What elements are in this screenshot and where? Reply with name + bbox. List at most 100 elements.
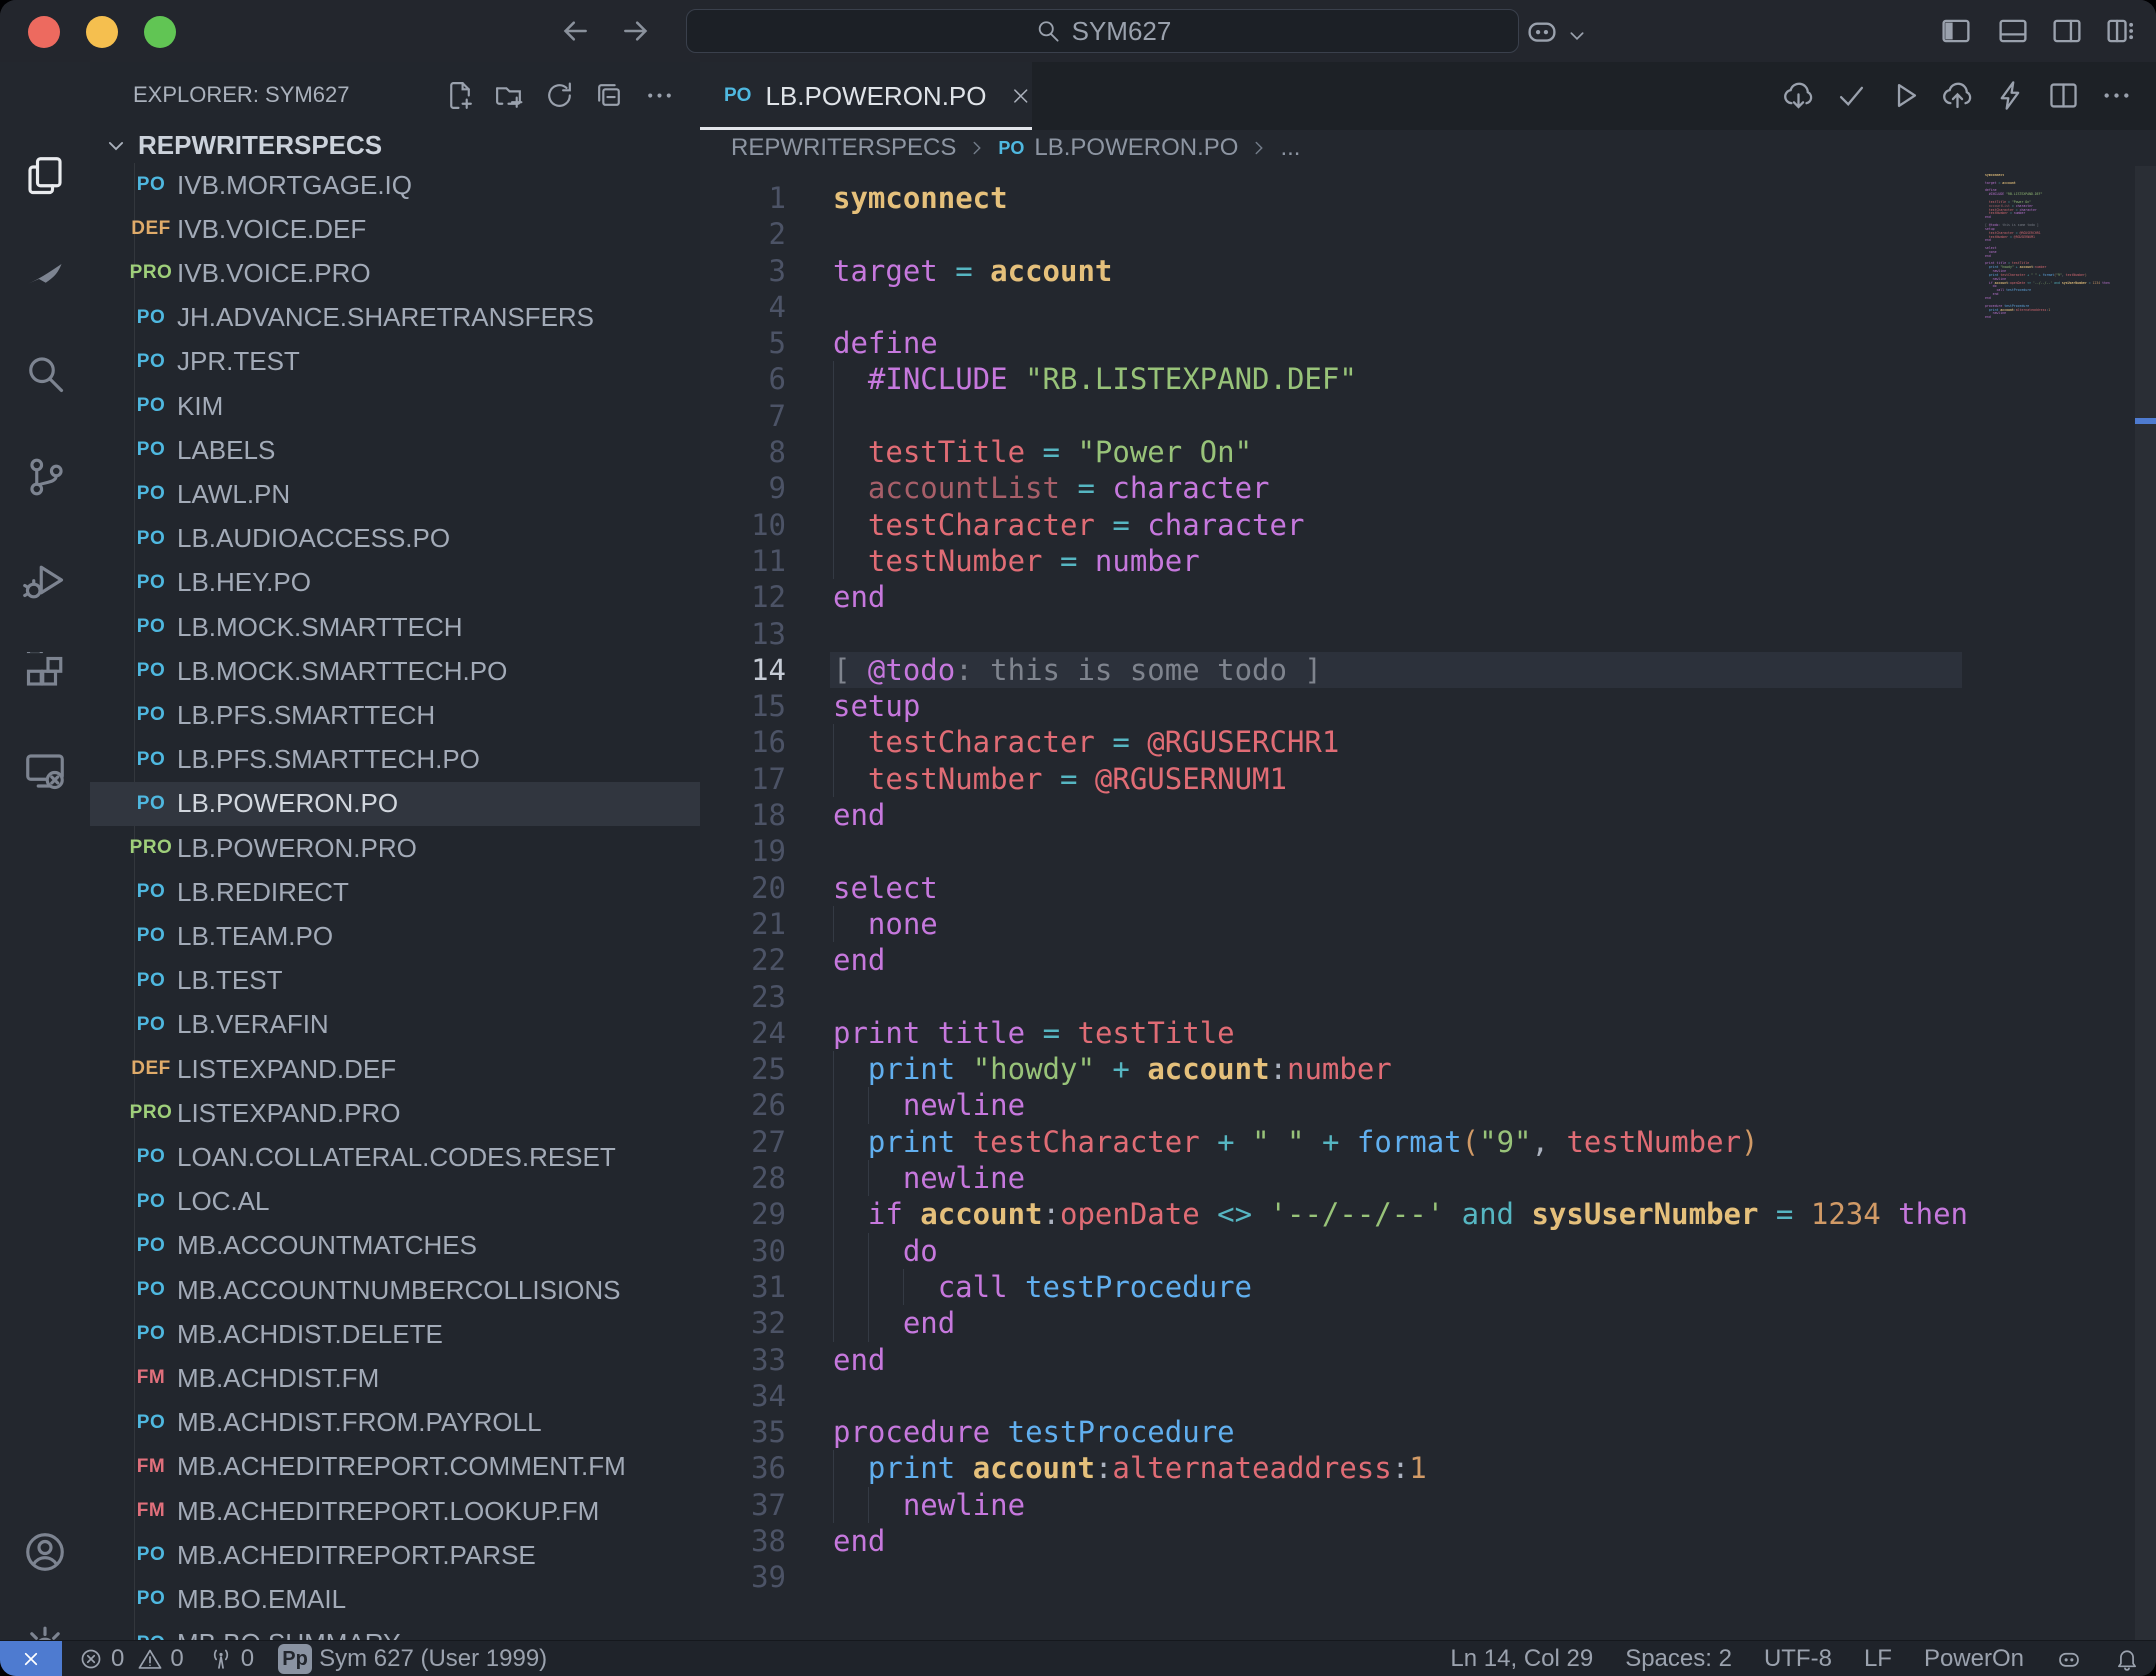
file-tree-item[interactable]: FMMB.ACHEDITREPORT.COMMENT.FM [90,1445,700,1489]
file-name: LOC.AL [177,1186,270,1217]
file-name: MB.BO.SUMMARY [177,1628,400,1640]
language-mode[interactable]: PowerOn [1924,1645,2024,1673]
file-tree-item[interactable]: PROIVB.VOICE.PRO [90,251,700,295]
indent-guide [833,361,868,397]
breadcrumb-symbol[interactable]: ... [1280,134,1300,162]
folder-section-header[interactable]: REPWRITERSPECS [90,128,700,163]
file-type-badge: PO [128,616,174,638]
line-number: 4 [700,289,786,325]
file-tree-item[interactable]: DEFLISTEXPAND.DEF [90,1047,700,1091]
refresh-icon[interactable] [543,79,576,112]
file-tree-item[interactable]: POMB.ACHEDITREPORT.PARSE [90,1533,700,1577]
file-tree-item[interactable]: POMB.ACCOUNTNUMBERCOLLISIONS [90,1268,700,1312]
symitar-extension-icon[interactable] [21,252,69,300]
editor-more-icon[interactable] [2099,78,2134,113]
tab-lb-poweron-po[interactable]: PO LB.POWERON.PO [700,62,1032,130]
more-actions-icon[interactable] [643,79,676,112]
file-tree-item[interactable]: POJPR.TEST [90,340,700,384]
file-tree-item[interactable]: POLB.TEST [90,959,700,1003]
file-tree-item[interactable]: POLAWL.PN [90,472,700,516]
extensions-icon[interactable] [21,651,69,699]
breadcrumb-file-badge: PO [998,138,1024,159]
remote-indicator[interactable] [0,1641,62,1676]
file-tree-item[interactable]: POLB.PFS.SMARTTECH.PO [90,738,700,782]
remote-explorer-icon[interactable] [21,747,69,795]
file-tree-item[interactable]: POMB.BO.SUMMARY [90,1622,700,1640]
file-tree-item[interactable]: POKIM [90,384,700,428]
file-tree-item[interactable]: POLB.PFS.SMARTTECH [90,693,700,737]
run-file-icon[interactable] [1887,78,1922,113]
file-tree-item[interactable]: POLB.TEAM.PO [90,914,700,958]
file-tree-item[interactable]: POLB.VERAFIN [90,1003,700,1047]
file-tree-item[interactable]: POLB.AUDIOACCESS.PO [90,517,700,561]
indentation-setting[interactable]: Spaces: 2 [1625,1645,1732,1673]
file-tree-item[interactable]: DEFIVB.VOICE.DEF [90,207,700,251]
file-tree-item[interactable]: POMB.ACHDIST.FROM.PAYROLL [90,1401,700,1445]
toggle-sidebar-icon[interactable] [1938,13,1974,49]
editor-scrollbar[interactable] [2135,166,2156,1640]
file-tree-item[interactable]: POLOC.AL [90,1180,700,1224]
encoding-setting[interactable]: UTF-8 [1764,1645,1832,1673]
minimize-window-button[interactable] [86,16,118,48]
new-file-icon[interactable] [443,79,476,112]
code-editor[interactable]: 1symconnect23target = account45define6#I… [700,166,2156,1640]
file-tree-item[interactable]: FMMB.ACHDIST.FM [90,1356,700,1400]
install-zap-icon[interactable] [1993,78,2028,113]
run-debug-icon[interactable] [21,556,69,604]
file-name: LB.POWERON.PRO [177,833,417,864]
close-window-button[interactable] [28,16,60,48]
zoom-window-button[interactable] [144,16,176,48]
forward-icon[interactable] [617,12,655,50]
file-tree-item[interactable]: POLABELS [90,428,700,472]
toggle-secondary-sidebar-icon[interactable] [2049,13,2085,49]
file-name: LB.PFS.SMARTTECH.PO [177,744,480,775]
ports-status[interactable]: 0 [208,1645,254,1673]
breadcrumb-folder[interactable]: REPWRITERSPECS [731,134,956,162]
file-tree-item[interactable]: POMB.BO.EMAIL [90,1577,700,1621]
indent-guide [903,1269,938,1305]
file-tree-item[interactable]: POMB.ACHDIST.DELETE [90,1312,700,1356]
account-icon[interactable] [21,1528,69,1576]
file-tree-item[interactable]: POLB.HEY.PO [90,561,700,605]
problems-status[interactable]: 0 0 [78,1645,184,1673]
cursor-position[interactable]: Ln 14, Col 29 [1450,1645,1593,1673]
new-folder-icon[interactable] [493,79,526,112]
bell-icon[interactable] [2114,1646,2140,1672]
file-tree-item[interactable]: POJH.ADVANCE.SHARETRANSFERS [90,296,700,340]
breadcrumb-file[interactable]: LB.POWERON.PO [1034,134,1238,162]
toggle-panel-icon[interactable] [1995,13,2031,49]
line-number: 35 [700,1414,786,1450]
file-tree-item[interactable]: POIVB.MORTGAGE.IQ [90,163,700,207]
cloud-download-icon[interactable] [1781,78,1816,113]
file-tree-item[interactable]: POLB.MOCK.SMARTTECH [90,605,700,649]
collapse-all-icon[interactable] [593,79,626,112]
file-tree-item[interactable]: FMMB.ACHEDITREPORT.LOOKUP.FM [90,1489,700,1533]
file-tree-item[interactable]: POLB.POWERON.PO [90,782,700,826]
split-editor-icon[interactable] [2046,78,2081,113]
explorer-icon[interactable] [21,152,69,200]
file-type-badge: PO [128,970,174,992]
close-tab-icon[interactable] [1009,81,1033,111]
file-tree-item[interactable]: POMB.ACCOUNTMATCHES [90,1224,700,1268]
copilot-status-icon[interactable] [2056,1646,2082,1672]
customize-layout-icon[interactable] [2103,13,2139,49]
file-tree-item[interactable]: POLB.REDIRECT [90,870,700,914]
command-center-search[interactable]: SYM627 [686,9,1519,53]
file-tree-item[interactable]: PROLISTEXPAND.PRO [90,1091,700,1135]
file-tree-item[interactable]: POLOAN.COLLATERAL.CODES.RESET [90,1135,700,1179]
code-line: 1symconnect [700,180,2156,216]
copilot-icon[interactable] [1524,13,1560,49]
source-control-icon[interactable] [21,453,69,501]
search-view-icon[interactable] [21,350,69,398]
sym-connection-status[interactable]: Pp Sym 627 (User 1999) [278,1644,547,1674]
cloud-upload-icon[interactable] [1940,78,1975,113]
minimap[interactable]: 1symconnect23target = account45define6#I… [1977,174,2135,414]
chevron-down-icon[interactable] [1564,18,1590,54]
eol-setting[interactable]: LF [1864,1645,1892,1673]
file-tree-item[interactable]: PROLB.POWERON.PRO [90,826,700,870]
file-type-badge: FM [128,1456,174,1478]
indent-guide [868,1269,903,1305]
validate-check-icon[interactable] [1834,78,1869,113]
file-tree-item[interactable]: POLB.MOCK.SMARTTECH.PO [90,649,700,693]
back-icon[interactable] [556,12,594,50]
